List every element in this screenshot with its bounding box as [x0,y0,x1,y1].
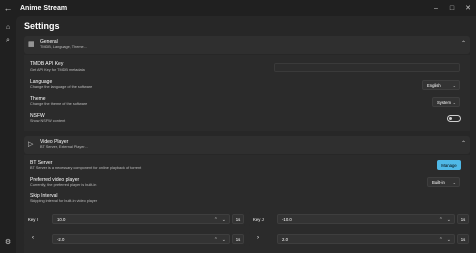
spin-down-icon[interactable]: ⌄ [222,237,226,243]
chevron-down-icon: ⌄ [452,83,456,88]
theme-value: System [437,99,451,105]
toggle-knob [449,117,452,120]
tmdb-desc: Get API Key for TMDB metadata [30,68,85,72]
theme-desc: Change the theme of the software [30,102,88,106]
video-player-dropdown[interactable]: Built-in ⌄ [427,177,460,187]
page-title: Settings [24,21,60,31]
video-group-subtitle: BT Server, External Player... [40,145,88,149]
maximize-button[interactable]: □ [444,0,460,16]
home-icon: ⌂ [5,23,11,31]
key-j-unit[interactable]: 1s [457,214,469,224]
language-desc: Change the language of the software [30,85,93,89]
tmdb-api-key-input[interactable] [274,63,460,72]
nsfw-toggle[interactable] [447,115,461,122]
settings-gear-icon: ⚙ [4,239,12,246]
search-icon: ⌕ [6,37,10,44]
language-dropdown[interactable]: English ⌄ [422,80,460,90]
right-arrow-icon: › [257,235,259,241]
right-arrow-card: › 2.0 ⌃ ⌄ 1s [249,232,470,246]
minimize-button[interactable]: – [428,0,444,16]
left-arrow-card: ‹ -2.0 ⌃ ⌄ 1s [24,232,245,246]
general-group-subtitle: TMDB, Language, Theme... [40,45,87,49]
spin-up-icon[interactable]: ⌃ [439,237,443,243]
right-arrow-value: 2.0 [282,236,288,242]
minimize-icon: – [434,4,438,12]
settings-page: Settings ▦ General TMDB, Language, Theme… [16,16,476,253]
video-group-header[interactable]: ▷ Video Player BT Server, External Playe… [24,136,470,154]
right-arrow-unit[interactable]: 1s [457,234,469,244]
back-button[interactable]: ← [0,0,16,16]
chevron-up-icon: ⌃ [460,141,466,147]
player-value: Built-in [432,179,445,185]
key-i-card: Key I 10.0 ⌃ ⌄ 1s [24,212,245,226]
close-button[interactable]: ✕ [460,0,476,16]
back-arrow-icon: ← [3,3,13,13]
close-icon: ✕ [465,5,471,12]
window-controls: – □ ✕ [428,0,476,16]
skip-desc: Skipping interval for built-in video pla… [30,199,98,203]
theme-dropdown[interactable]: System ⌄ [432,97,460,107]
spin-up-icon[interactable]: ⌃ [214,217,218,223]
player-desc: Currently, the preferred player is built… [30,183,97,187]
app-title: Anime Stream [20,4,68,12]
nav-home[interactable]: ⌂ [0,20,16,34]
key-j-input[interactable]: -10.0 ⌃ ⌄ [277,214,455,224]
key-j-label: Key J [253,217,264,222]
left-arrow-icon: ‹ [32,235,34,241]
video-player-icon: ▷ [28,141,34,148]
manage-button[interactable]: Manage [437,160,461,170]
key-i-value: 10.0 [57,216,66,222]
general-group-header[interactable]: ▦ General TMDB, Language, Theme... ⌃ [24,36,470,54]
tmdb-title: TMDB API Key [30,61,64,67]
nav-settings[interactable]: ⚙ [0,235,16,249]
title-bar: ← Anime Stream – □ ✕ [0,0,476,16]
general-group-body: TMDB API Key Get API Key for TMDB metada… [24,55,470,131]
key-i-input[interactable]: 10.0 ⌃ ⌄ [52,214,230,224]
maximize-icon: □ [449,4,455,12]
spin-down-icon[interactable]: ⌄ [447,237,451,243]
spin-up-icon[interactable]: ⌃ [439,217,443,223]
spin-down-icon[interactable]: ⌄ [222,217,226,223]
right-arrow-input[interactable]: 2.0 ⌃ ⌄ [277,234,455,244]
key-i-unit[interactable]: 1s [232,214,244,224]
nav-sidebar: ⌂ ⌕ ⚙ [0,16,16,253]
chevron-up-icon: ⌃ [460,41,466,47]
key-j-value: -10.0 [282,216,292,222]
key-j-card: Key J -10.0 ⌃ ⌄ 1s [249,212,470,226]
left-arrow-value: -2.0 [57,236,65,242]
chevron-down-icon: ⌄ [452,100,456,105]
spin-down-icon[interactable]: ⌄ [447,217,451,223]
nav-search[interactable]: ⌕ [0,34,16,48]
spin-up-icon[interactable]: ⌃ [214,237,218,243]
chevron-down-icon: ⌄ [452,180,456,185]
language-value: English [427,82,441,88]
general-settings-icon: ▦ [28,41,35,48]
nsfw-desc: Show NSFW content [30,119,66,123]
left-arrow-unit[interactable]: 1s [232,234,244,244]
key-i-label: Key I [28,217,38,222]
left-arrow-input[interactable]: -2.0 ⌃ ⌄ [52,234,230,244]
bt-server-desc: BT Server is a necessary component for o… [30,166,142,170]
